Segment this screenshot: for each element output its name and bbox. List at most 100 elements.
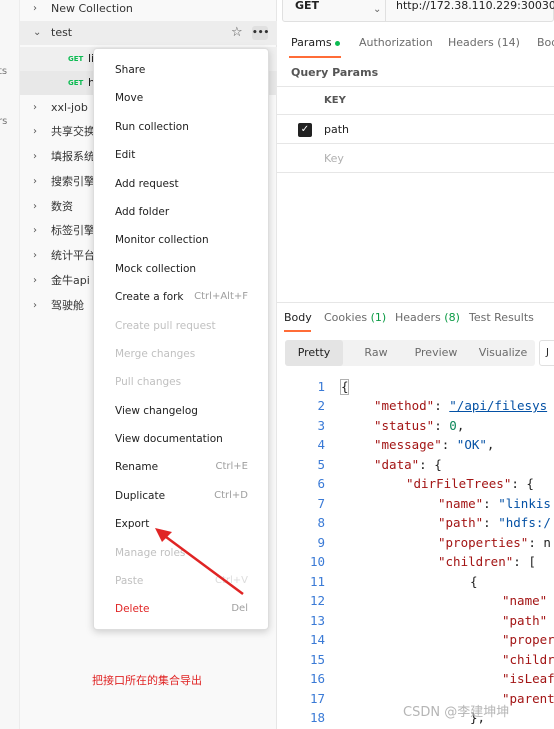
json-key: "method" (374, 398, 435, 413)
code-line: "children": [ (438, 554, 536, 569)
collection-label: 驾驶舱 (51, 299, 84, 312)
collection-item-test[interactable]: ⌄ test ☆ ••• (20, 21, 277, 45)
menu-item-merge-changes: Merge changes (94, 340, 268, 368)
chevron-right-icon[interactable]: › (33, 269, 37, 293)
chevron-right-icon[interactable]: › (33, 294, 37, 318)
view-raw-button[interactable]: Raw (348, 340, 404, 366)
code-line: { (470, 574, 478, 589)
menu-item-shortcut: Ctrl+E (215, 461, 249, 472)
line-number: 6 (317, 476, 325, 491)
menu-item-label: Create pull request (115, 320, 216, 332)
menu-item-view-changelog[interactable]: View changelog (94, 397, 268, 425)
chevron-down-icon[interactable]: ⌄ (33, 21, 41, 45)
collection-item-new-collection[interactable]: › New Collection (20, 0, 277, 21)
chevron-right-icon[interactable]: › (33, 96, 37, 120)
view-pretty-button[interactable]: Pretty (285, 340, 343, 366)
menu-item-add-folder[interactable]: Add folder (94, 198, 268, 226)
menu-item-move[interactable]: Move (94, 84, 268, 112)
menu-item-edit[interactable]: Edit (94, 141, 268, 169)
chevron-right-icon[interactable]: › (33, 120, 37, 144)
json-key: "name" (438, 496, 484, 511)
code-line: "proper (502, 632, 554, 647)
line-number: 10 (309, 554, 325, 569)
tab-response-cookies[interactable]: Cookies (1) (324, 311, 386, 324)
code-line: "path" (502, 613, 548, 628)
divider (277, 143, 554, 144)
response-divider[interactable] (277, 302, 554, 303)
json-key: "properties" (438, 535, 529, 550)
divider (277, 114, 554, 115)
view-preview-button[interactable]: Preview (406, 340, 466, 366)
menu-item-rename[interactable]: Rename Ctrl+E (94, 453, 268, 481)
method-select[interactable]: GET ⌄ (283, 0, 386, 21)
menu-item-shortcut: Ctrl+Alt+F (194, 291, 248, 302)
menu-item-create-fork[interactable]: Create a fork Ctrl+Alt+F (94, 283, 268, 311)
menu-item-view-documentation[interactable]: View documentation (94, 425, 268, 453)
line-number: 1 (317, 379, 325, 394)
tab-response-test-results[interactable]: Test Results (469, 311, 534, 324)
menu-item-label: Share (115, 64, 146, 76)
code-line: "parent (502, 691, 554, 706)
tab-params[interactable]: Params (291, 36, 340, 49)
menu-item-label: Delete (115, 603, 150, 615)
view-visualize-button[interactable]: Visualize (471, 340, 535, 366)
menu-item-label: Create a fork (115, 291, 184, 303)
tab-headers[interactable]: Headers (14) (448, 36, 520, 49)
json-value: { (434, 457, 442, 472)
tab-label: Body (284, 311, 312, 324)
json-value: "hdfs:/ (498, 515, 551, 530)
json-value: "OK" (456, 437, 487, 452)
param-checkbox[interactable]: ✓ (298, 123, 312, 137)
line-number: 16 (309, 671, 325, 686)
menu-item-run-collection[interactable]: Run collection (94, 113, 268, 141)
line-number: 4 (317, 437, 325, 452)
line-number: 5 (317, 457, 325, 472)
json-value: n (543, 535, 551, 550)
collection-label: 共享交换 (51, 125, 95, 138)
response-code-view[interactable]: 1 2 3 4 5 6 7 8 9 10 11 12 13 14 15 16 1… (277, 376, 554, 729)
menu-item-label: Add request (115, 178, 179, 190)
menu-item-label: Merge changes (115, 348, 196, 360)
line-number: 13 (309, 613, 325, 628)
menu-item-duplicate[interactable]: Duplicate Ctrl+D (94, 482, 268, 510)
json-value: 0 (449, 418, 457, 433)
line-number: 14 (309, 632, 325, 647)
menu-item-share[interactable]: Share (94, 56, 268, 84)
param-key-cell[interactable]: path (324, 123, 349, 136)
code-line: { (341, 379, 349, 394)
left-app-strip: ts rs (0, 0, 20, 729)
line-number: 7 (317, 496, 325, 511)
active-dot-icon (334, 40, 340, 46)
chevron-right-icon[interactable]: › (33, 145, 37, 169)
menu-item-monitor-collection[interactable]: Monitor collection (94, 226, 268, 254)
star-icon[interactable]: ☆ (231, 21, 243, 45)
chevron-right-icon[interactable]: › (33, 195, 37, 219)
tab-response-body[interactable]: Body (284, 311, 312, 324)
url-input[interactable]: http://172.38.110.229:30030/api (396, 0, 554, 17)
more-actions-icon[interactable]: ••• (252, 26, 269, 40)
format-select[interactable]: J (539, 340, 554, 366)
collection-label: 填报系统 (51, 150, 95, 163)
tab-body[interactable]: Bod (537, 36, 554, 49)
chevron-right-icon[interactable]: › (33, 219, 37, 243)
url-bar: GET ⌄ http://172.38.110.229:30030/api (282, 0, 554, 22)
menu-item-label: Monitor collection (115, 234, 209, 246)
collection-label: 金牛api (51, 274, 90, 287)
tab-count: (8) (444, 311, 460, 324)
menu-item-label: Run collection (115, 121, 189, 133)
active-tab-indicator (284, 330, 311, 332)
code-line: "childr (502, 652, 554, 667)
menu-item-add-request[interactable]: Add request (94, 170, 268, 198)
watermark: CSDN @李建坤坤 (403, 705, 510, 720)
chevron-right-icon[interactable]: › (33, 170, 37, 194)
tab-response-headers[interactable]: Headers (8) (395, 311, 460, 324)
menu-item-mock-collection[interactable]: Mock collection (94, 255, 268, 283)
tab-authorization[interactable]: Authorization (359, 36, 433, 49)
tab-label: Cookies (324, 311, 368, 324)
menu-item-label: Mock collection (115, 263, 197, 275)
new-key-input[interactable]: Key (324, 152, 344, 165)
chevron-right-icon[interactable]: › (33, 0, 37, 21)
collection-label: test (51, 26, 73, 39)
chevron-right-icon[interactable]: › (33, 244, 37, 268)
json-value: "/api/filesys (449, 398, 548, 413)
